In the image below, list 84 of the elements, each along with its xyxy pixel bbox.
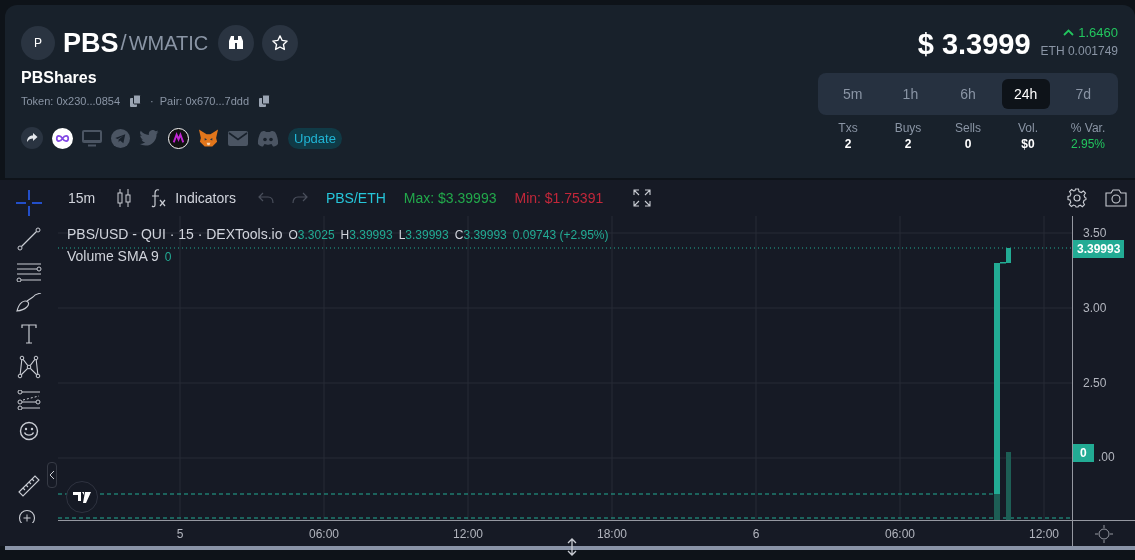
copy-icon[interactable] bbox=[259, 95, 271, 107]
forecast-icon[interactable] bbox=[17, 390, 41, 410]
binoculars-button[interactable] bbox=[218, 25, 255, 61]
ohlc-value: O3.3025 bbox=[288, 228, 335, 242]
indicators-button[interactable]: Indicators bbox=[149, 188, 236, 208]
brush-icon[interactable] bbox=[16, 293, 42, 313]
dot-separator: · bbox=[150, 95, 154, 107]
token-avatar: P bbox=[21, 26, 55, 60]
stat-label: Sells bbox=[955, 121, 981, 135]
time-axis-label: 18:00 bbox=[597, 527, 627, 541]
resize-icon[interactable] bbox=[567, 538, 577, 556]
ohlc-value: L3.39993 bbox=[398, 228, 449, 242]
stat-value: $0 bbox=[1021, 137, 1035, 151]
caret-up-icon bbox=[1063, 29, 1075, 36]
max-price: Max: $3.39993 bbox=[403, 190, 497, 206]
fullscreen-icon[interactable] bbox=[633, 189, 652, 207]
time-axis-label: 06:00 bbox=[309, 527, 339, 541]
time-axis-label: 6 bbox=[752, 527, 760, 541]
range-tab[interactable]: 1h bbox=[886, 79, 935, 109]
scrollbar[interactable] bbox=[5, 546, 1135, 550]
update-button[interactable]: Update bbox=[288, 127, 342, 149]
range-tab[interactable]: 6h bbox=[944, 79, 992, 109]
range-tab[interactable]: 24h bbox=[1001, 79, 1050, 109]
price-axis-label: .00 bbox=[1098, 450, 1115, 464]
price-value: $ 3.3999 bbox=[917, 28, 1031, 61]
ruler-icon[interactable] bbox=[17, 474, 41, 498]
stat-label: % Var. bbox=[1070, 121, 1106, 135]
chart-logo-icon bbox=[66, 481, 98, 513]
time-axis-label: 5 bbox=[176, 527, 184, 541]
ohlc-value: C3.39993 bbox=[454, 228, 507, 242]
chart-legend-title: PBS/USD - QUI · 15 · DEXTools.io bbox=[67, 226, 283, 242]
symbol-link[interactable]: PBS/ETH bbox=[325, 190, 386, 206]
crosshair-icon[interactable] bbox=[16, 190, 42, 216]
letter-logo-icon[interactable] bbox=[168, 127, 189, 149]
copy-icon[interactable] bbox=[130, 95, 142, 107]
stat-label: Vol. bbox=[1018, 121, 1038, 135]
token-address: Token: 0x230...0854 bbox=[21, 95, 121, 107]
camera-icon[interactable] bbox=[1105, 189, 1127, 207]
interval-button[interactable]: 15m bbox=[68, 190, 96, 206]
volume-bar bbox=[994, 494, 1000, 520]
base-symbol: PBS bbox=[63, 27, 119, 59]
time-axis-label: 06:00 bbox=[885, 527, 915, 541]
settings-icon[interactable] bbox=[1067, 188, 1087, 208]
horizontal-lines-icon[interactable] bbox=[16, 262, 42, 282]
stat-value: 2 bbox=[904, 137, 912, 151]
time-axis-label: 12:00 bbox=[1029, 527, 1059, 541]
volume-indicator-value: 0 bbox=[164, 250, 172, 264]
share-icon[interactable] bbox=[21, 127, 43, 149]
quote-symbol: WMATIC bbox=[128, 31, 209, 55]
smiley-icon[interactable] bbox=[19, 421, 39, 441]
sun-icon[interactable] bbox=[1095, 524, 1113, 543]
collapse-handle[interactable] bbox=[47, 462, 57, 488]
price-change: 1.6460 bbox=[1078, 25, 1118, 40]
eth-price: ETH 0.001749 bbox=[1040, 44, 1118, 58]
stat-label: Buys bbox=[894, 121, 922, 135]
binoculars-icon bbox=[227, 35, 246, 51]
token-name: PBShares bbox=[21, 69, 98, 87]
star-icon bbox=[271, 34, 290, 52]
stat-value: 2 bbox=[844, 137, 852, 151]
pair-address: Pair: 0x670...7ddd bbox=[159, 95, 250, 107]
volume-bar bbox=[1006, 452, 1011, 520]
volume-badge: 0 bbox=[1073, 444, 1094, 462]
stat-value: 0 bbox=[964, 137, 972, 151]
stat-value: 2.95% bbox=[1071, 137, 1105, 151]
text-tool-icon[interactable] bbox=[20, 324, 38, 344]
volume-indicator-label: Volume SMA 9 bbox=[67, 248, 159, 264]
ohlc-value: H3.39993 bbox=[340, 228, 393, 242]
last-price-badge: 3.39993 bbox=[1073, 240, 1125, 258]
candles-icon[interactable] bbox=[117, 188, 132, 208]
pattern-icon[interactable] bbox=[17, 355, 41, 379]
fox-icon[interactable] bbox=[198, 128, 219, 148]
range-tab[interactable]: 5m bbox=[828, 79, 877, 109]
trend-line-icon[interactable] bbox=[17, 227, 41, 251]
infinity-logo-icon[interactable] bbox=[52, 127, 73, 149]
price-axis-label: 2.50 bbox=[1083, 376, 1107, 390]
pair-separator: / bbox=[120, 30, 127, 56]
price-change-value: 0.09743 (+2.95%) bbox=[512, 228, 609, 242]
price-axis-label: 3.50 bbox=[1083, 226, 1107, 240]
time-axis-label: 12:00 bbox=[453, 527, 483, 541]
stat-label: Txs bbox=[838, 121, 858, 135]
favorite-button[interactable] bbox=[262, 25, 299, 61]
range-tab[interactable]: 7d bbox=[1059, 79, 1108, 109]
price-axis-label: 3.00 bbox=[1083, 301, 1107, 315]
min-price: Min: $1.75391 bbox=[514, 190, 604, 206]
